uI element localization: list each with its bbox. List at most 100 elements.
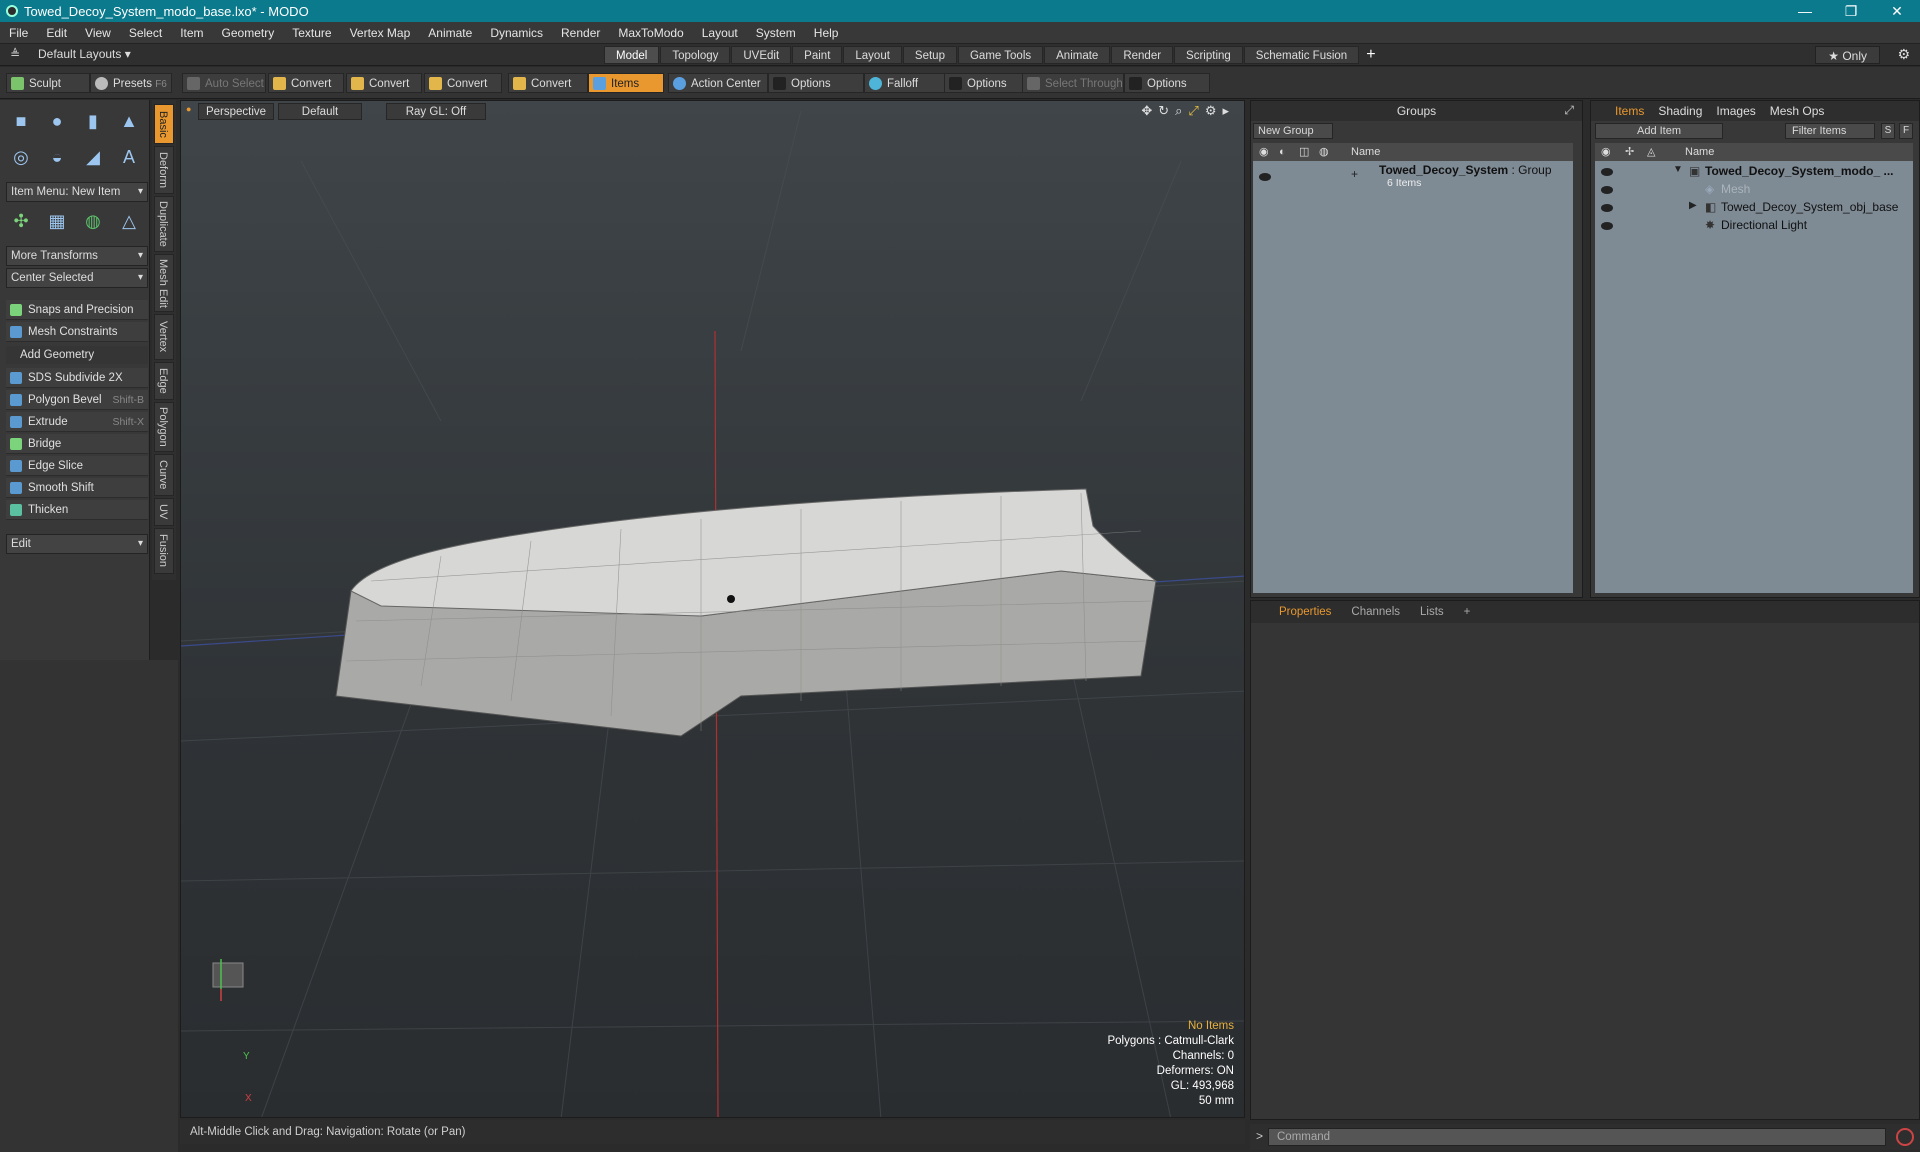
select-through-button[interactable]: Select Through — [1022, 73, 1124, 93]
rotate-view-icon[interactable]: ↻ — [1158, 103, 1169, 119]
eye-icon[interactable] — [1259, 173, 1271, 181]
collapse-arrow-icon[interactable]: ▼ — [1673, 164, 1683, 175]
menu-vertex-map[interactable]: Vertex Map — [341, 26, 420, 40]
move-view-icon[interactable]: ✥ — [1141, 103, 1152, 119]
tab-layout[interactable]: Layout — [843, 46, 902, 64]
maximize-button[interactable]: ❐ — [1828, 0, 1874, 22]
select-options-button[interactable]: Options — [1124, 73, 1210, 93]
tab-channels[interactable]: Channels — [1341, 606, 1410, 618]
vtab-vertex[interactable]: Vertex — [154, 314, 174, 360]
sculpt-button[interactable]: Sculpt — [6, 73, 90, 93]
cube-icon[interactable]: ■ — [6, 106, 36, 136]
menu-item[interactable]: Item — [171, 26, 212, 40]
vtab-deform[interactable]: Deform — [154, 146, 174, 194]
add-geometry-section[interactable]: Add Geometry — [6, 346, 148, 364]
capsule-icon[interactable]: ◒ — [42, 142, 72, 172]
vtab-curve[interactable]: Curve — [154, 454, 174, 496]
item-row-mesh[interactable]: ◈ Mesh — [1595, 181, 1913, 199]
viewport-menu-icon[interactable]: ● — [186, 104, 191, 114]
fit-view-icon[interactable]: ⤢ — [1188, 103, 1198, 119]
zoom-view-icon[interactable]: ⌕ — [1175, 103, 1182, 119]
vtab-polygon[interactable]: Polygon — [154, 402, 174, 452]
groups-list[interactable]: + Towed_Decoy_System : Group 6 Items — [1253, 161, 1573, 593]
polygon-bevel-button[interactable]: Polygon Bevel Shift-B — [6, 390, 148, 410]
menu-texture[interactable]: Texture — [283, 26, 340, 40]
pen-icon[interactable]: ◢ — [78, 142, 108, 172]
tab-setup[interactable]: Setup — [902, 46, 957, 64]
menu-file[interactable]: File — [0, 26, 37, 40]
item-menu-dropdown[interactable]: Item Menu: New Item — [6, 182, 148, 202]
eye-icon[interactable] — [1601, 168, 1613, 176]
sphere-icon[interactable]: ● — [42, 106, 72, 136]
expand-icon[interactable]: + — [1351, 167, 1358, 181]
vtab-duplicate[interactable]: Duplicate — [154, 196, 174, 252]
menu-dynamics[interactable]: Dynamics — [481, 26, 552, 40]
text-icon[interactable]: A — [114, 142, 144, 172]
presets-button[interactable]: Presets F6 — [90, 73, 172, 93]
tab-paint[interactable]: Paint — [792, 46, 843, 64]
menu-geometry[interactable]: Geometry — [213, 26, 284, 40]
eye-icon[interactable] — [1601, 222, 1613, 230]
bridge-button[interactable]: Bridge — [6, 434, 148, 454]
menu-view[interactable]: View — [76, 26, 120, 40]
group-row[interactable]: + Towed_Decoy_System : Group 6 Items — [1253, 163, 1573, 193]
menu-help[interactable]: Help — [805, 26, 848, 40]
mesh-constraints-button[interactable]: Mesh Constraints — [6, 322, 148, 342]
sds-subdivide-button[interactable]: SDS Subdivide 2X — [6, 368, 148, 388]
extrude-button[interactable]: Extrude Shift-X — [6, 412, 148, 432]
shading-button[interactable]: Default — [278, 103, 362, 120]
menu-edit[interactable]: Edit — [37, 26, 76, 40]
tab-game-tools[interactable]: Game Tools — [957, 46, 1044, 64]
convert-polygons-button[interactable]: Convert — [424, 73, 502, 93]
convert-vertices-button[interactable]: Convert — [268, 73, 344, 93]
transform-icon[interactable]: ✣ — [6, 206, 36, 236]
falloff-button[interactable]: Falloff — [864, 73, 946, 93]
tab-items[interactable]: Items — [1615, 101, 1644, 121]
action-center-button[interactable]: Action Center — [668, 73, 768, 93]
expand-arrow-icon[interactable]: ▶ — [1689, 200, 1697, 211]
layout-selector[interactable]: Default Layouts ▾ — [38, 47, 131, 61]
vtab-uv[interactable]: UV — [154, 498, 174, 526]
command-input[interactable]: Command — [1268, 1128, 1886, 1146]
add-tab-icon[interactable]: + — [1360, 46, 1375, 64]
tab-render[interactable]: Render — [1111, 46, 1174, 64]
menu-render[interactable]: Render — [552, 26, 609, 40]
menu-layout[interactable]: Layout — [693, 26, 747, 40]
command-history-icon[interactable] — [1896, 1128, 1914, 1146]
eye-icon[interactable] — [1601, 186, 1613, 194]
menu-animate[interactable]: Animate — [419, 26, 481, 40]
raygl-button[interactable]: Ray GL: Off — [386, 103, 486, 120]
f-button[interactable]: F — [1899, 123, 1913, 139]
vtab-basic[interactable]: Basic — [154, 104, 174, 144]
filter-items-input[interactable]: Filter Items — [1785, 123, 1875, 139]
edit-dropdown[interactable]: Edit — [6, 534, 148, 554]
new-group-button[interactable]: New Group — [1253, 123, 1333, 139]
torus-icon[interactable]: ◎ — [6, 142, 36, 172]
falloff-options-button[interactable]: Options — [944, 73, 1024, 93]
gear-icon[interactable]: ⚙ — [1897, 46, 1910, 63]
menu-maxtomodo[interactable]: MaxToModo — [609, 26, 692, 40]
vtab-edge[interactable]: Edge — [154, 362, 174, 400]
menu-system[interactable]: System — [747, 26, 805, 40]
tab-uvedit[interactable]: UVEdit — [731, 46, 792, 64]
minimize-button[interactable]: — — [1782, 0, 1828, 22]
smooth-shift-button[interactable]: Smooth Shift — [6, 478, 148, 498]
pyramid-icon[interactable]: △ — [114, 206, 144, 236]
item-row-obj-base[interactable]: ▶ ◧ Towed_Decoy_System_obj_base — [1595, 199, 1913, 217]
snaps-precision-button[interactable]: Snaps and Precision — [6, 300, 148, 320]
add-item-button[interactable]: Add Item — [1595, 123, 1723, 139]
tab-mesh-ops[interactable]: Mesh Ops — [1770, 101, 1825, 121]
item-row-light[interactable]: ✸ Directional Light — [1595, 217, 1913, 235]
vtab-mesh-edit[interactable]: Mesh Edit — [154, 254, 174, 312]
edge-slice-button[interactable]: Edge Slice — [6, 456, 148, 476]
convert-edges-button[interactable]: Convert — [346, 73, 422, 93]
auto-select-button[interactable]: Auto Select — [182, 73, 266, 93]
expand-panel-icon[interactable]: ⤢ — [1564, 103, 1574, 118]
3d-viewport[interactable]: Y X No Items Polygons : Catmull-Clark Ch… — [180, 100, 1245, 1118]
s-button[interactable]: S — [1881, 123, 1895, 139]
tab-shading[interactable]: Shading — [1658, 101, 1702, 121]
tab-scripting[interactable]: Scripting — [1174, 46, 1243, 64]
cylinder-icon[interactable]: ▮ — [78, 106, 108, 136]
add-tab-icon[interactable]: + — [1454, 606, 1481, 618]
tab-properties[interactable]: Properties — [1269, 606, 1341, 618]
